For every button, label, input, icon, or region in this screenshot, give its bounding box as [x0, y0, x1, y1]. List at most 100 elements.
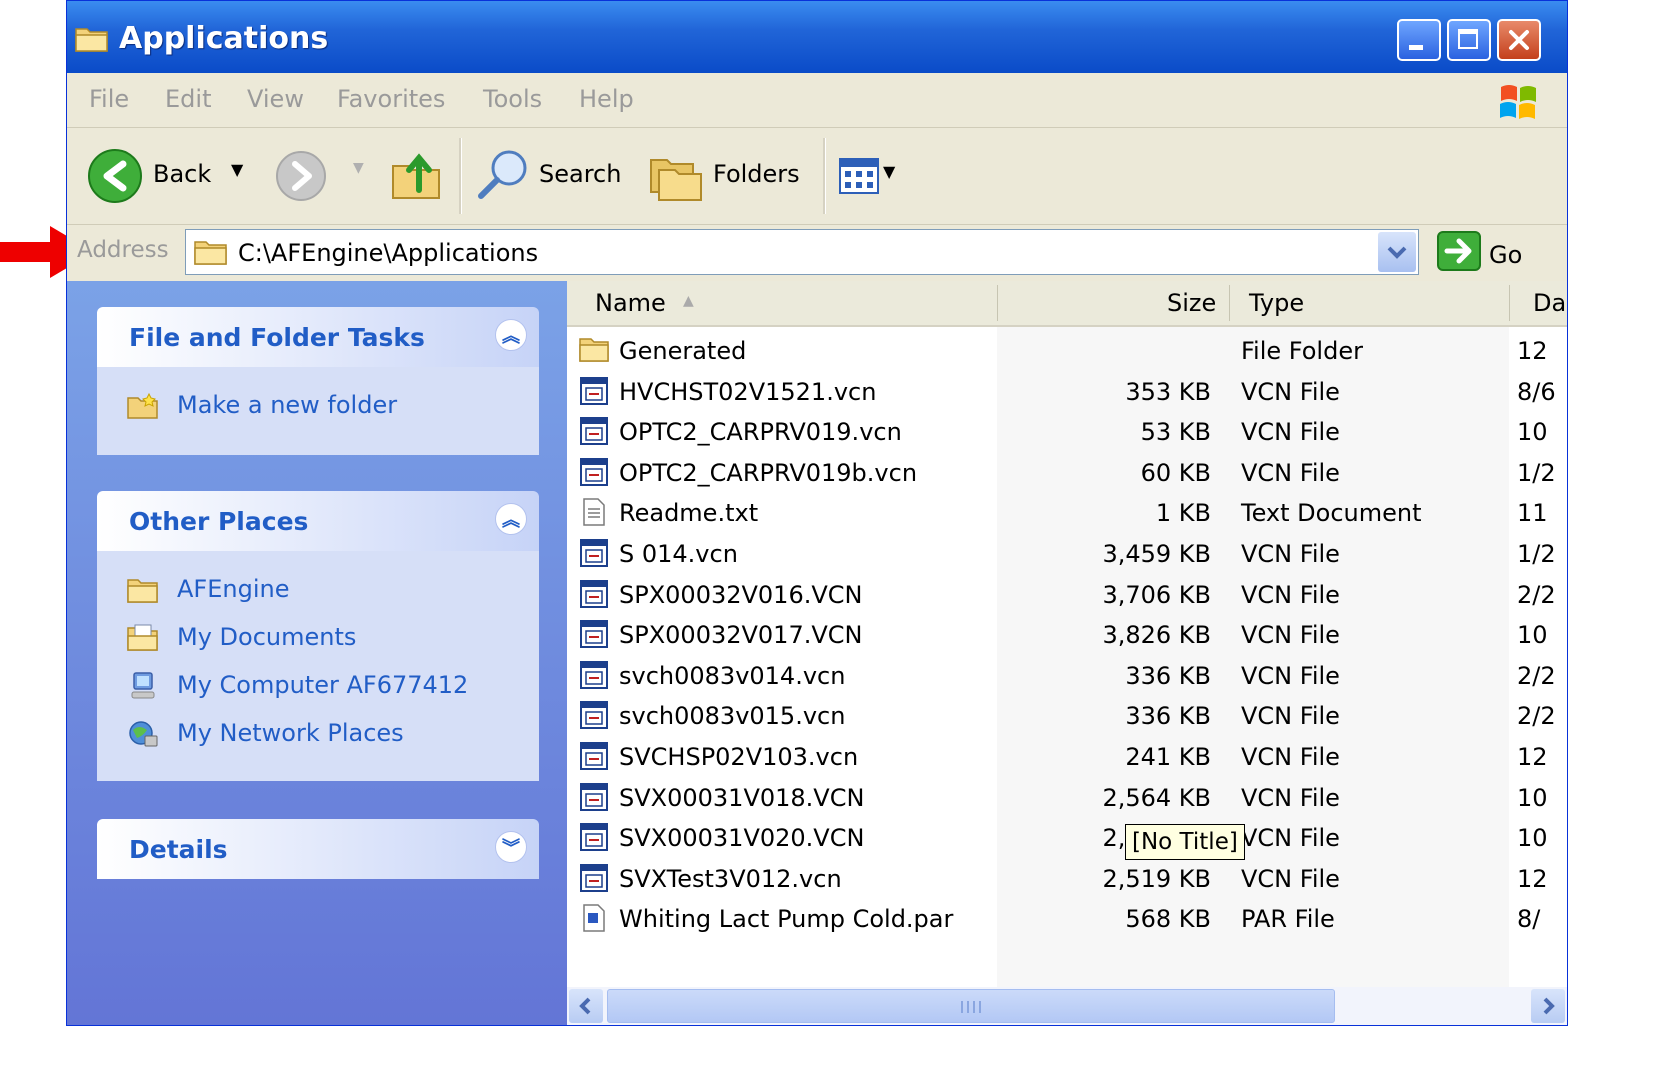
panel-body: AFEngine My Documents My Computer AF6774… [97, 551, 539, 781]
file-type: Text Document [1241, 499, 1422, 528]
toolbar-separator [823, 138, 826, 214]
file-date: 1/2 [1517, 540, 1556, 568]
views-icon [839, 158, 879, 194]
file-row[interactable]: SVX00031V020.VCN2,710 KBVCN File10 [567, 818, 1567, 858]
file-row[interactable]: SVXTest3V012.vcn 2,519 KB VCN File 12 [567, 859, 1567, 899]
horizontal-scrollbar[interactable] [567, 987, 1567, 1025]
views-dropdown-icon: ▼ [883, 162, 896, 181]
up-folder-icon[interactable] [389, 146, 445, 202]
file-date: 10 [1517, 824, 1548, 853]
search-icon [478, 150, 527, 199]
collapse-button[interactable]: ︽ [495, 503, 527, 535]
maximize-button[interactable] [1447, 19, 1491, 61]
task-make-new-folder[interactable]: Make a new folder [127, 391, 397, 420]
menu-help[interactable]: Help [579, 85, 634, 113]
close-button[interactable] [1497, 19, 1541, 61]
file-row[interactable]: svch0083v014.vcn 336 KB VCN File 2/2 [567, 656, 1567, 696]
scroll-thumb[interactable] [607, 989, 1335, 1023]
address-input[interactable]: C:\AFEngine\Applications [185, 229, 1419, 275]
menu-favorites[interactable]: Favorites [337, 85, 445, 113]
folders-button[interactable]: Folders [649, 148, 819, 208]
column-divider[interactable] [1229, 285, 1230, 321]
toolbar-separator [459, 138, 462, 214]
forward-dropdown-icon[interactable]: ▼ [353, 160, 364, 176]
grip-icon [961, 1001, 981, 1013]
expand-button[interactable]: ︾ [495, 831, 527, 863]
menu-file[interactable]: File [89, 85, 129, 113]
column-date[interactable]: Da [1533, 289, 1566, 317]
panel-header[interactable]: Other Places ︽ [97, 491, 539, 551]
file-type: PAR File [1241, 905, 1335, 934]
file-row[interactable]: Generated File Folder 12 [567, 331, 1567, 371]
back-dropdown-icon[interactable]: ▼ [231, 160, 243, 179]
search-button[interactable]: Search [475, 146, 635, 206]
menu-edit[interactable]: Edit [165, 85, 211, 113]
file-row[interactable]: Whiting Lact Pump Cold.par 568 KB PAR File… [567, 899, 1567, 939]
file-type: VCN File [1241, 621, 1340, 650]
go-arrow-icon [1437, 231, 1481, 271]
search-label: Search [539, 160, 622, 188]
new-folder-icon [127, 392, 158, 419]
scroll-left-button[interactable] [569, 989, 603, 1023]
views-button[interactable]: ▼ [839, 158, 919, 198]
column-type[interactable]: Type [1249, 289, 1304, 317]
menu-view[interactable]: View [247, 85, 304, 113]
place-my-network-places[interactable]: My Network Places [127, 719, 404, 748]
address-bar: Address C:\AFEngine\Applications Go [67, 225, 1567, 281]
scroll-right-button[interactable] [1531, 989, 1565, 1023]
place-label: My Computer AF677412 [177, 671, 469, 699]
vcn-file-icon [580, 660, 608, 689]
chevron-down-icon [1387, 246, 1407, 259]
file-size: 3,826 KB [1102, 621, 1211, 650]
file-row[interactable]: HVCHST02V1521.vcn 353 KB VCN File 8/6 [567, 372, 1567, 412]
file-size: 336 KB [1125, 661, 1211, 690]
place-my-documents[interactable]: My Documents [127, 623, 356, 652]
panel-header[interactable]: Details ︾ [97, 819, 539, 879]
file-row[interactable]: OPTC2_CARPRV019b.vcn 60 KB VCN File 1/2 [567, 453, 1567, 493]
file-date: 2/2 [1517, 702, 1556, 731]
file-name: OPTC2_CARPRV019b.vcn [619, 458, 918, 487]
minimize-icon [1409, 45, 1423, 50]
column-name[interactable]: Name [595, 289, 666, 317]
file-row[interactable]: SPX00032V017.VCN 3,826 KB VCN File 10 [567, 615, 1567, 655]
collapse-button[interactable]: ︽ [495, 319, 527, 351]
title-bar[interactable]: Applications [67, 1, 1567, 73]
file-row[interactable]: SPX00032V016.VCN 3,706 KB VCN File 2/2 [567, 575, 1567, 615]
file-name: svch0083v014.vcn [619, 661, 846, 690]
file-date: 2/2 [1517, 661, 1556, 690]
file-row[interactable]: SVX00031V018.VCN 2,564 KB VCN File 10 [567, 778, 1567, 818]
windows-logo-icon [1500, 85, 1536, 119]
place-label: AFEngine [177, 575, 290, 603]
file-row[interactable]: svch0083v015.vcn 336 KB VCN File 2/2 [567, 696, 1567, 736]
panel-header[interactable]: File and Folder Tasks ︽ [97, 307, 539, 367]
vcn-file-icon [580, 701, 608, 730]
menu-tools[interactable]: Tools [483, 85, 542, 113]
file-name: SVXTest3V012.vcn [619, 864, 842, 893]
back-label: Back [153, 160, 212, 188]
toolbar: Back ▼ ▼ Search Folders ▼ [67, 128, 1567, 225]
file-row[interactable]: SVCHSP02V103.vcn 241 KB VCN File 12 [567, 737, 1567, 777]
file-row[interactable]: OPTC2_CARPRV019.vcn 53 KB VCN File 10 [567, 412, 1567, 452]
panel-title: Details [129, 835, 228, 864]
place-afengine[interactable]: AFEngine [127, 575, 289, 604]
column-size[interactable]: Size [1167, 289, 1216, 317]
vcn-file-icon [580, 742, 608, 770]
go-button[interactable]: Go [1437, 231, 1537, 275]
place-my-computer[interactable]: My Computer AF677412 [127, 671, 468, 700]
folder-icon [194, 241, 227, 265]
minimize-button[interactable] [1397, 19, 1441, 61]
file-type: VCN File [1241, 580, 1340, 609]
file-type: VCN File [1241, 824, 1340, 853]
go-label: Go [1489, 241, 1523, 269]
chevron-left-icon [579, 997, 591, 1015]
column-divider[interactable] [1509, 285, 1510, 321]
column-divider[interactable] [997, 285, 998, 321]
file-row[interactable]: S 014.vcn 3,459 KB VCN File 1/2 [567, 534, 1567, 574]
forward-arrow-icon[interactable] [275, 150, 327, 202]
file-size: 60 KB [1140, 458, 1211, 487]
file-row[interactable]: Readme.txt 1 KB Text Document 11 [567, 493, 1567, 533]
menu-bar: File Edit View Favorites Tools Help [67, 73, 1567, 128]
address-dropdown-button[interactable] [1378, 232, 1416, 272]
file-size: 336 KB [1125, 702, 1211, 731]
panel-body: Make a new folder [97, 367, 539, 455]
